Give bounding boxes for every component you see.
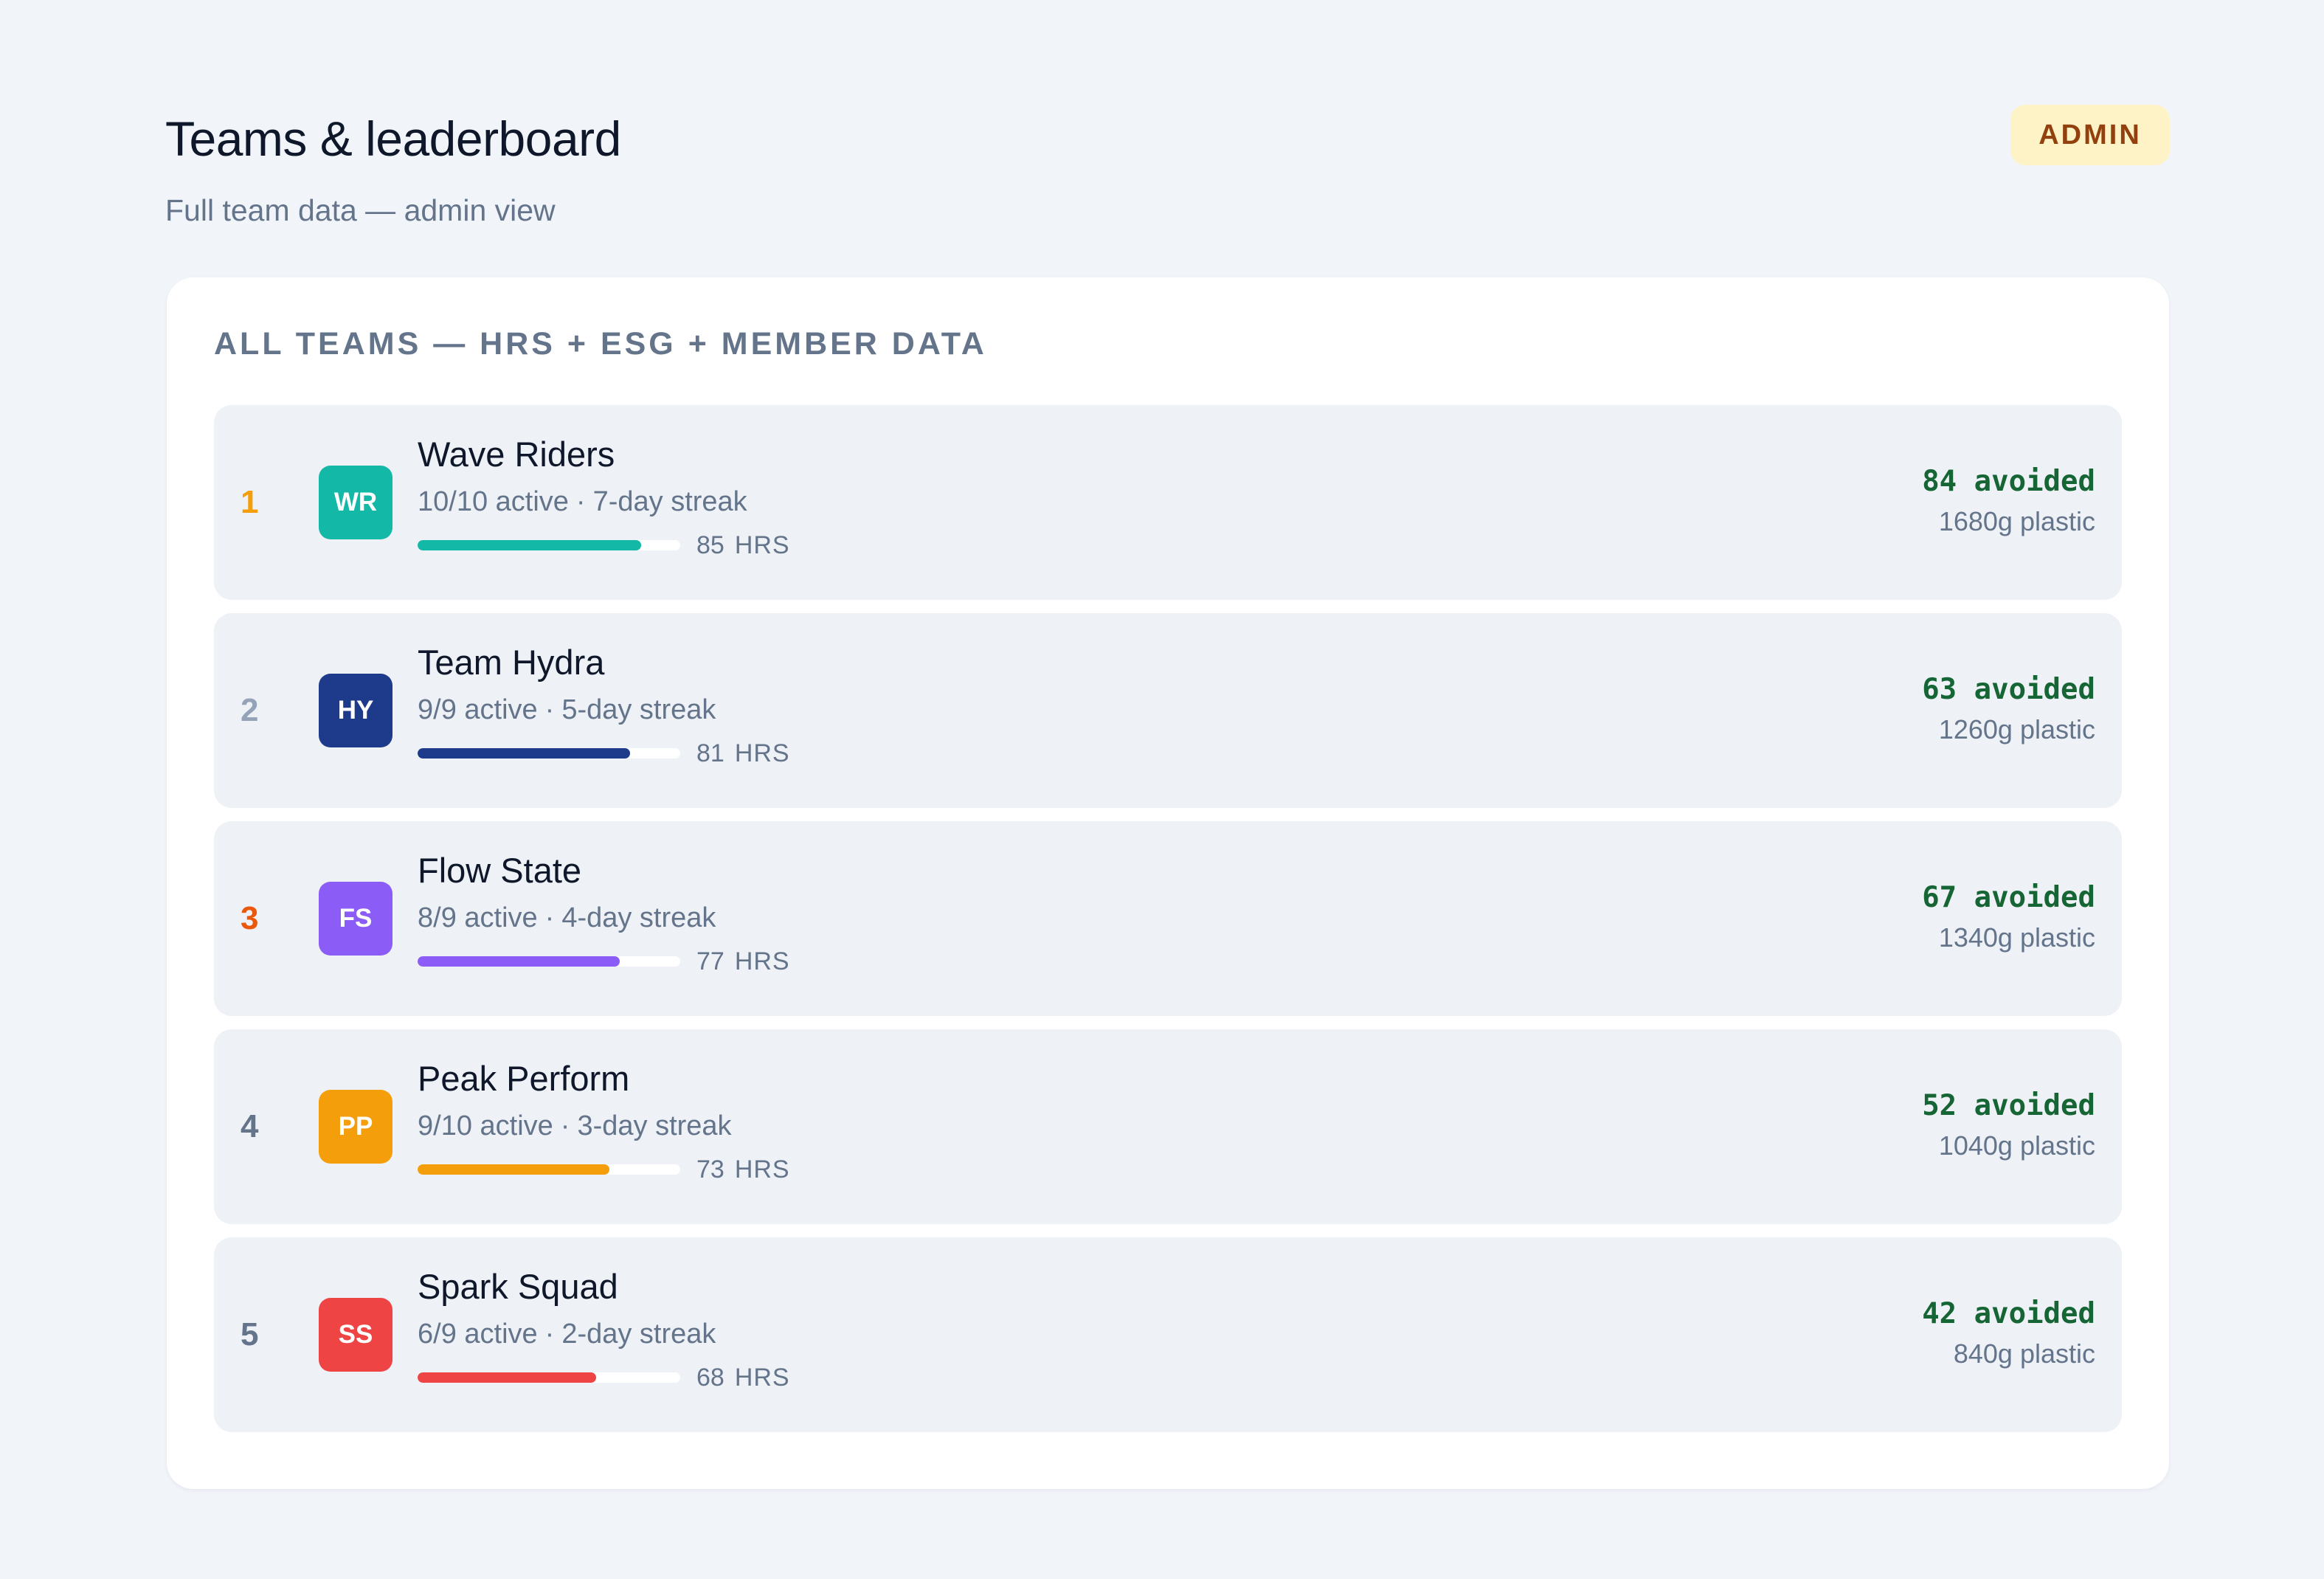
hrs-line: 85 HRS [418, 528, 790, 563]
hrs-progress-bar [418, 748, 680, 759]
meta-separator: · [560, 1110, 570, 1141]
hrs-line: 73 HRS [418, 1152, 790, 1187]
rank-number: 5 [241, 1316, 259, 1352]
rank-number: 3 [241, 900, 259, 936]
avoided-count: 42 avoided [1922, 1297, 2095, 1330]
streak-text: 2-day streak [561, 1319, 716, 1350]
meta-separator: · [544, 1319, 555, 1350]
hrs-line: 81 HRS [418, 736, 790, 771]
hrs-unit: HRS [734, 531, 790, 559]
hrs-progress-fill [418, 748, 631, 759]
hrs-progress-fill [418, 956, 620, 967]
active-count: 9/9 active [418, 694, 538, 725]
team-name: Wave Riders [418, 435, 615, 474]
hrs-line: 77 HRS [418, 944, 790, 979]
streak-text: 7-day streak [592, 486, 747, 517]
avoided-count: 67 avoided [1922, 881, 2095, 914]
hrs-progress-bar [418, 956, 680, 967]
avoided-count: 84 avoided [1922, 465, 2095, 498]
streak-text: 4-day streak [561, 902, 716, 933]
plastic-saved: 1680g plastic [1938, 506, 2095, 536]
team-row[interactable]: 3 FS Flow State 8/9 active · 4-day streak … [214, 821, 2122, 1016]
team-info: Spark Squad 6/9 active · 2-day streak 68 H… [418, 1265, 790, 1395]
hrs-progress-fill [418, 1164, 609, 1175]
team-info: Flow State 8/9 active · 4-day streak 77 HR… [418, 849, 790, 979]
hrs-value: 77 [696, 947, 724, 975]
team-list: 1 WR Wave Riders 10/10 active · 7-day stre… [214, 405, 2122, 1445]
meta-separator: · [544, 902, 555, 933]
esg-stats: 52 avoided 1040g plastic [1922, 1087, 2095, 1162]
team-avatar: HY [319, 674, 392, 747]
team-row[interactable]: 1 WR Wave Riders 10/10 active · 7-day stre… [214, 405, 2122, 600]
team-avatar: SS [319, 1298, 392, 1372]
plastic-saved: 1340g plastic [1938, 922, 2095, 953]
team-name: Team Hydra [418, 643, 605, 682]
streak-text: 5-day streak [561, 694, 716, 725]
avoided-count: 52 avoided [1922, 1089, 2095, 1122]
team-info: Peak Perform 9/10 active · 3-day streak 73… [418, 1057, 790, 1187]
esg-stats: 84 avoided 1680g plastic [1922, 463, 2095, 538]
page-subtitle: Full team data — admin view [165, 193, 556, 227]
rank-number: 4 [241, 1108, 259, 1144]
hrs-value: 81 [696, 739, 724, 767]
active-count: 9/10 active [418, 1110, 553, 1141]
team-avatar: FS [319, 882, 392, 956]
team-name: Peak Perform [418, 1059, 630, 1098]
hrs-progress-bar [418, 1372, 680, 1383]
team-row[interactable]: 5 SS Spark Squad 6/9 active · 2-day streak… [214, 1237, 2122, 1432]
esg-stats: 67 avoided 1340g plastic [1922, 879, 2095, 954]
active-count: 8/9 active [418, 902, 538, 933]
hrs-unit: HRS [734, 1155, 790, 1184]
avoided-count: 63 avoided [1922, 673, 2095, 706]
hrs-unit: HRS [734, 739, 790, 767]
hrs-value: 68 [696, 1363, 724, 1392]
team-meta: 9/10 active · 3-day streak [418, 1109, 790, 1143]
hrs-progress-fill [418, 540, 641, 550]
page-title: Teams & leaderboard [165, 111, 621, 166]
team-name: Flow State [418, 851, 582, 890]
hrs-value: 85 [696, 531, 724, 559]
teams-card: ALL TEAMS — HRS + ESG + MEMBER DATA 1 WR… [167, 277, 2169, 1489]
team-row[interactable]: 4 PP Peak Perform 9/10 active · 3-day stre… [214, 1029, 2122, 1224]
esg-stats: 63 avoided 1260g plastic [1922, 671, 2095, 746]
rank-number: 2 [241, 692, 259, 728]
team-meta: 6/9 active · 2-day streak [418, 1317, 790, 1351]
hrs-value: 73 [696, 1155, 724, 1184]
team-name: Spark Squad [418, 1267, 618, 1306]
team-avatar: PP [319, 1090, 392, 1164]
team-info: Wave Riders 10/10 active · 7-day streak 85… [418, 433, 790, 563]
meta-separator: · [544, 694, 555, 725]
active-count: 10/10 active [418, 486, 569, 517]
hrs-line: 68 HRS [418, 1360, 790, 1395]
meta-separator: · [575, 486, 586, 517]
admin-role-badge: ADMIN [2010, 105, 2170, 165]
team-info: Team Hydra 9/9 active · 5-day streak 81 HR… [418, 641, 790, 771]
team-meta: 10/10 active · 7-day streak [418, 485, 790, 519]
plastic-saved: 1260g plastic [1938, 714, 2095, 744]
hrs-unit: HRS [734, 947, 790, 975]
card-heading: ALL TEAMS — HRS + ESG + MEMBER DATA [214, 326, 987, 362]
team-avatar: WR [319, 466, 392, 539]
plastic-saved: 840g plastic [1953, 1338, 2095, 1369]
plastic-saved: 1040g plastic [1938, 1130, 2095, 1161]
esg-stats: 42 avoided 840g plastic [1922, 1295, 2095, 1370]
hrs-progress-bar [418, 1164, 680, 1175]
hrs-progress-fill [418, 1372, 597, 1383]
hrs-progress-bar [418, 540, 680, 550]
streak-text: 3-day streak [577, 1110, 732, 1141]
hrs-unit: HRS [734, 1363, 790, 1392]
active-count: 6/9 active [418, 1319, 538, 1350]
team-meta: 9/9 active · 5-day streak [418, 693, 790, 727]
team-meta: 8/9 active · 4-day streak [418, 901, 790, 935]
team-row[interactable]: 2 HY Team Hydra 9/9 active · 5-day streak … [214, 613, 2122, 808]
rank-number: 1 [241, 484, 259, 520]
